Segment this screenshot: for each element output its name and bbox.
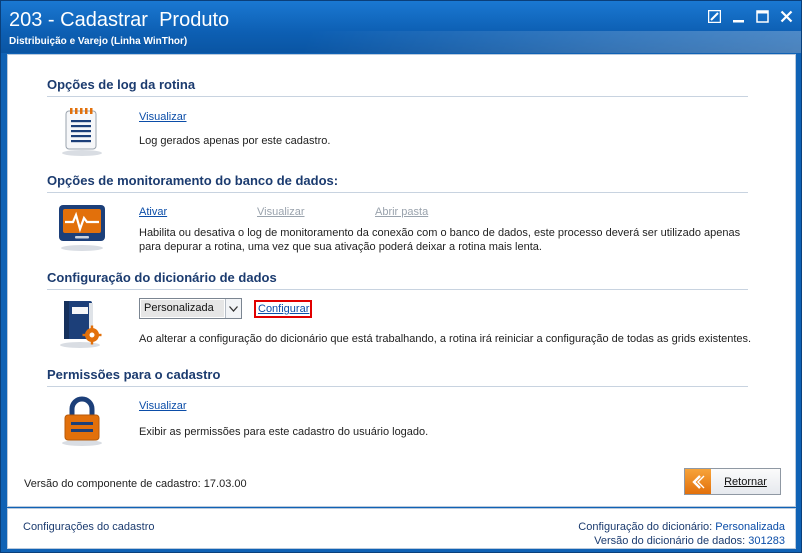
dict-config-label: Configuração do dicionário: xyxy=(578,521,713,533)
divider xyxy=(47,192,748,193)
configurar-link[interactable]: Configurar xyxy=(254,300,312,318)
edit-window-icon[interactable] xyxy=(707,9,721,23)
window-title: 203 - Cadastrar Produto xyxy=(9,9,230,31)
monitor-description-line2: para depurar a rotina, uma vez que sua a… xyxy=(139,241,542,253)
window-controls xyxy=(707,9,793,23)
chevron-down-icon[interactable] xyxy=(225,299,241,318)
section-title-monitor: Opções de monitoramento do banco de dado… xyxy=(47,173,339,188)
minimize-icon[interactable] xyxy=(731,9,745,23)
divider xyxy=(47,96,748,97)
section-title-dicionario: Configuração do dicionário de dados xyxy=(47,270,277,285)
dicionario-select-value: Personalizada xyxy=(141,300,224,317)
divider xyxy=(47,289,748,290)
close-icon[interactable] xyxy=(779,9,793,23)
content-panel: Opções de log da rotina Visualizar Log g… xyxy=(7,54,796,507)
dicionario-select[interactable]: Personalizada xyxy=(139,298,242,319)
monitor-visualizar-link[interactable]: Visualizar xyxy=(257,206,305,218)
dicionario-description: Ao alterar a configuração do dicionário … xyxy=(139,333,752,345)
window-subtitle: Distribuição e Varejo (Linha WinThor) xyxy=(9,36,188,47)
log-visualizar-link[interactable]: Visualizar xyxy=(139,111,187,123)
retornar-button[interactable]: Retornar xyxy=(684,468,781,495)
title-bar: 203 - Cadastrar Produto Distribuição e V… xyxy=(1,1,801,53)
dict-version-value: 301283 xyxy=(748,535,785,547)
back-arrow-icon xyxy=(685,469,711,494)
retornar-label: Retornar xyxy=(724,475,767,488)
status-right: Configuração do dicionário: Personalizad… xyxy=(578,520,785,548)
permissoes-description: Exibir as permissões para este cadastro … xyxy=(139,426,429,438)
monitor-pulse-icon xyxy=(56,200,108,252)
section-title-permissoes: Permissões para o cadastro xyxy=(47,367,221,382)
monitor-ativar-link[interactable]: Ativar xyxy=(139,206,167,218)
maximize-icon[interactable] xyxy=(755,9,769,23)
monitor-abrir-pasta-link[interactable]: Abrir pasta xyxy=(375,206,428,218)
permissoes-visualizar-link[interactable]: Visualizar xyxy=(139,400,187,412)
status-left-text: Configurações do cadastro xyxy=(23,521,155,533)
section-title-log: Opções de log da rotina xyxy=(47,77,196,92)
component-version: Versão do componente de cadastro: 17.03.… xyxy=(24,478,247,490)
main-window: 203 - Cadastrar Produto Distribuição e V… xyxy=(0,0,802,553)
book-gear-icon xyxy=(56,297,108,349)
notepad-icon xyxy=(56,105,108,157)
status-bar: Configurações do cadastro Configuração d… xyxy=(7,508,796,549)
log-description: Log gerados apenas por este cadastro. xyxy=(139,135,331,147)
dict-version-label: Versão do dicionário de dados: xyxy=(594,535,746,547)
padlock-icon xyxy=(56,394,108,446)
dict-config-value: Personalizada xyxy=(715,521,785,533)
divider xyxy=(47,386,748,387)
monitor-description-line1: Habilita ou desativa o log de monitorame… xyxy=(139,227,741,239)
